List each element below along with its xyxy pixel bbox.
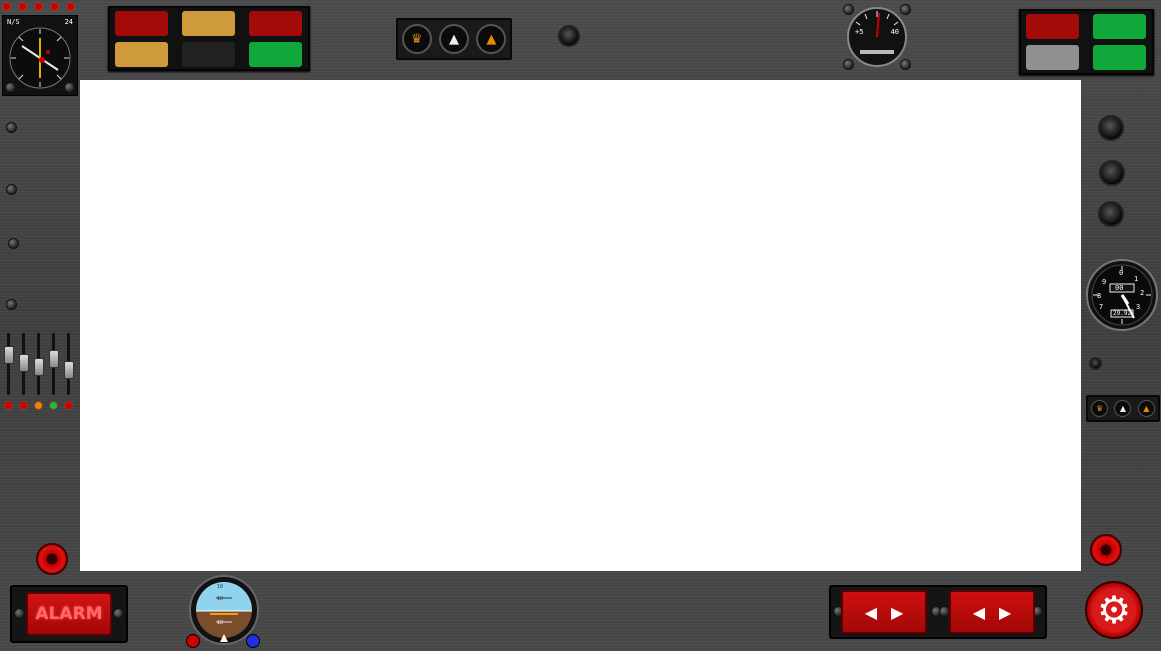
arrow-left-icon[interactable]: ◀ [865, 603, 877, 622]
vsi-label-right: 40 [890, 28, 899, 36]
crown-icon[interactable]: ♛ [401, 24, 432, 54]
rivet [8, 238, 19, 249]
heading-label-left: N/S [7, 18, 20, 26]
slider-knob[interactable] [49, 350, 59, 368]
heading-indicator-gauge [9, 27, 71, 89]
rivet [6, 299, 17, 310]
top-left-led-strip [3, 3, 74, 10]
annunciator-lamp[interactable] [249, 11, 302, 36]
arrow-up-icon[interactable]: ▲ [1137, 400, 1155, 417]
right-knob[interactable] [1098, 115, 1124, 141]
vertical-speed-panel: +5 40 [843, 4, 911, 70]
slider-bank [4, 333, 74, 413]
altimeter-window: 29.92 [1113, 310, 1132, 317]
annunciator-lamp[interactable] [115, 42, 168, 67]
annunciator-lamp[interactable] [249, 42, 302, 67]
left-red-button[interactable] [36, 543, 68, 575]
crown-icon[interactable]: ♛ [1091, 400, 1109, 417]
slider-knob[interactable] [64, 361, 74, 379]
annunciator-panel-left [108, 6, 310, 71]
arrow-right-icon[interactable]: ▶ [891, 603, 903, 622]
attitude-mark: 10 [217, 584, 224, 590]
altimeter-number: 9 [1102, 278, 1107, 286]
compass-needle-icon[interactable]: ▲ [438, 24, 469, 54]
attitude-mark: 10 [217, 596, 224, 602]
status-led [51, 3, 58, 10]
arrow-right-icon[interactable]: ▶ [999, 603, 1011, 622]
annunciator-lamp[interactable] [1093, 14, 1146, 39]
altimeter-number: 7 [1099, 303, 1104, 311]
altimeter-number: 1 [1134, 275, 1139, 283]
mode-selector-panel-small: ♛ ▲ ▲ [1086, 395, 1160, 422]
gear-icon: ⚙ [1096, 588, 1132, 632]
right-red-button[interactable] [1090, 534, 1122, 566]
altimeter-number: 2 [1140, 289, 1145, 297]
vertical-speed-gauge [847, 7, 907, 67]
altimeter-panel: 0 1 2 3 7 8 9 00 29.92 [1085, 256, 1159, 334]
arrow-up-icon[interactable]: ▲ [476, 24, 507, 54]
center-knob[interactable] [558, 25, 580, 47]
screw [5, 82, 16, 93]
alarm-button[interactable]: ALARM [26, 592, 112, 636]
attitude-red-knob[interactable] [186, 634, 200, 648]
rivet [6, 184, 17, 195]
altimeter-counter: 00 [1115, 284, 1124, 292]
rivet [1089, 357, 1102, 370]
nav-button-2[interactable]: ◀ ▶ [949, 590, 1035, 634]
status-led [3, 3, 10, 10]
right-knob[interactable] [1099, 160, 1125, 186]
slider-knob[interactable] [34, 358, 44, 376]
compass-needle-icon[interactable]: ▲ [1114, 400, 1132, 417]
annunciator-lamp[interactable] [115, 11, 168, 36]
arrow-left-icon[interactable]: ◀ [973, 603, 985, 622]
slider-led [50, 402, 57, 409]
annunciator-lamp[interactable] [182, 42, 235, 67]
annunciator-lamp[interactable] [182, 11, 235, 36]
alarm-panel: ALARM [10, 585, 128, 643]
annunciator-lamp[interactable] [1093, 45, 1146, 70]
slider-knob[interactable] [4, 346, 14, 364]
annunciator-lamp[interactable] [1026, 45, 1079, 70]
mode-selector-panel: ♛ ▲ ▲ [396, 18, 512, 60]
slider-track [7, 333, 10, 395]
annunciator-lamp[interactable] [1026, 14, 1079, 39]
nav-button-1[interactable]: ◀ ▶ [841, 590, 927, 634]
status-led [35, 3, 42, 10]
slider-led [65, 402, 72, 409]
altimeter-number: 8 [1097, 292, 1102, 300]
heading-indicator-panel: N/S 24 [2, 15, 78, 96]
attitude-mark: 10 [217, 620, 224, 626]
screw [113, 608, 124, 619]
attitude-indicator-panel: 10 10 10 [186, 574, 262, 648]
annunciator-panel-right [1019, 9, 1154, 75]
heading-label-right: 24 [64, 18, 73, 26]
main-screen[interactable] [80, 80, 1081, 571]
status-led [67, 3, 74, 10]
vsi-label-left: +5 [855, 28, 864, 36]
right-knob[interactable] [1098, 201, 1124, 227]
attitude-blue-knob[interactable] [246, 634, 260, 648]
altimeter-number: 3 [1136, 303, 1141, 311]
rivet [6, 122, 17, 133]
screw [14, 608, 25, 619]
settings-button[interactable]: ⚙ [1085, 581, 1143, 639]
slider-knob[interactable] [19, 354, 29, 372]
status-led [19, 3, 26, 10]
altimeter-number: 0 [1119, 269, 1124, 277]
navigation-panel: ◀ ▶ ◀ ▶ [829, 585, 1047, 639]
slider-led [20, 402, 27, 409]
slider-led [35, 402, 42, 409]
slider-led [5, 402, 12, 409]
screw [64, 82, 75, 93]
